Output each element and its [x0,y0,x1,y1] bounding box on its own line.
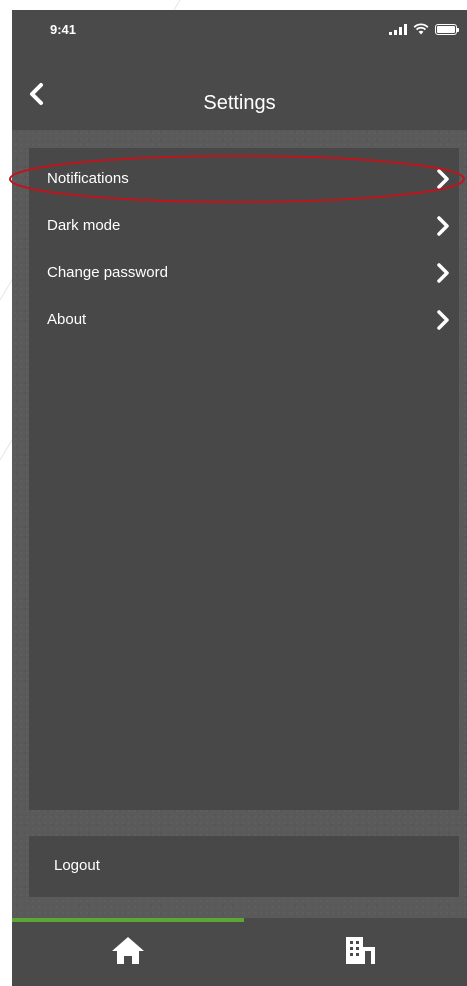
menu-item-change-password[interactable]: Change password [29,250,459,296]
header: Settings [12,50,467,130]
menu-item-label: Notifications [47,170,129,187]
signal-icon [389,23,407,35]
tab-buildings[interactable] [340,930,380,970]
chevron-right-icon [437,169,449,189]
page-title: Settings [203,92,276,114]
status-time: 9:41 [50,22,77,37]
status-icons [389,22,459,36]
status-bar: 9:41 [12,10,467,50]
menu-item-about[interactable]: About [29,297,459,343]
menu-item-dark-mode[interactable]: Dark mode [29,203,459,249]
menu-item-label: About [47,311,87,328]
menu-item-label: Dark mode [47,217,121,234]
chevron-right-icon [437,216,449,236]
logout-label: Logout [54,857,100,874]
battery-icon [435,23,459,35]
chevron-right-icon [437,310,449,330]
logout-button[interactable]: Logout [29,836,459,897]
tab-home[interactable] [108,930,148,970]
phone-screen: 9:41 Settings Notifications Dark mode Ch… [12,10,467,986]
settings-menu: Notifications Dark mode Change password … [29,148,459,810]
tab-bar [12,918,467,986]
chevron-right-icon [437,263,449,283]
menu-item-notifications[interactable]: Notifications [29,156,459,202]
active-tab-indicator [12,918,244,922]
buildings-icon [346,937,375,964]
menu-item-label: Change password [47,264,168,281]
wifi-icon [413,23,429,35]
home-icon [112,937,144,964]
